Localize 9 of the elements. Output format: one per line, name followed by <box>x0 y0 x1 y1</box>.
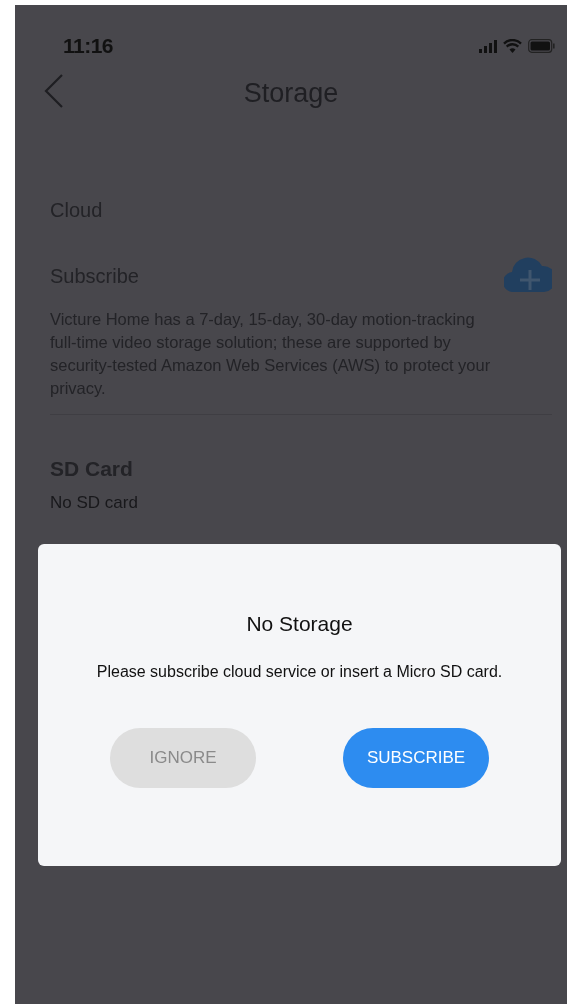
dialog-message: Please subscribe cloud service or insert a Micro SD card. <box>95 662 504 682</box>
dialog-title: No Storage <box>245 612 354 636</box>
signal-icon <box>479 39 497 53</box>
status-time: 11:16 <box>63 34 114 58</box>
battery-icon <box>528 39 555 53</box>
wifi-icon <box>503 39 522 53</box>
subscribe-button[interactable]: SUBSCRIBE <box>343 728 489 788</box>
ignore-button[interactable]: IGNORE <box>110 728 256 788</box>
back-icon[interactable] <box>44 73 64 109</box>
